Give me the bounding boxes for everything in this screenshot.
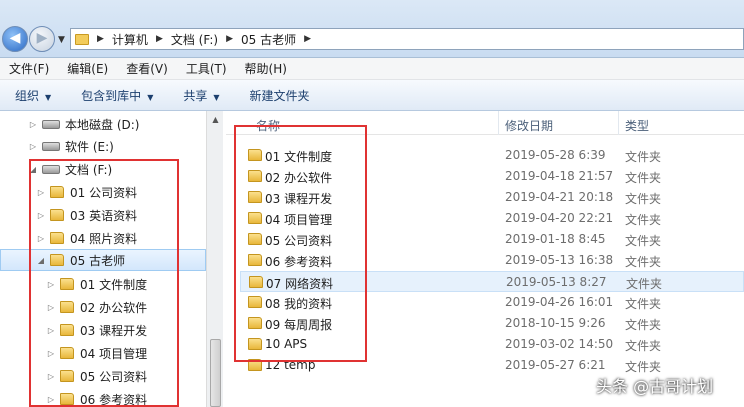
hard-drive-icon: [42, 119, 60, 129]
file-type: 文件夹: [625, 192, 662, 206]
menu-edit[interactable]: 编辑(E): [58, 60, 117, 77]
breadcrumb-drive-f[interactable]: 文档 (F:): [171, 31, 218, 48]
menu-tools[interactable]: 工具(T): [177, 60, 236, 77]
column-divider[interactable]: [618, 111, 619, 135]
include-library-button[interactable]: 包含到库中 ▼: [81, 87, 153, 104]
chevron-right-icon[interactable]: ▶: [156, 34, 163, 44]
file-date: 2018-10-15 9:26: [505, 316, 606, 330]
tree-scrollbar[interactable]: ▲: [206, 111, 223, 407]
file-type: 文件夹: [625, 318, 662, 332]
tree-item-label: 软件 (E:): [65, 139, 114, 154]
column-header-type[interactable]: 类型: [625, 117, 649, 134]
back-arrow-icon: ◀: [9, 30, 21, 46]
chevron-right-icon[interactable]: ▶: [304, 34, 311, 44]
menu-bar: 文件(F) 编辑(E) 查看(V) 工具(T) 帮助(H): [0, 58, 744, 80]
tree-item-drive-e[interactable]: ▷ 软件 (E:): [0, 135, 206, 157]
scroll-up-arrow-icon[interactable]: ▲: [207, 115, 224, 124]
hard-drive-icon: [42, 141, 60, 151]
tree-item-drive-d[interactable]: ▷ 本地磁盘 (D:): [0, 113, 206, 135]
menu-file[interactable]: 文件(F): [0, 60, 58, 77]
watermark: 头条 @古哥计划: [596, 377, 714, 396]
new-folder-button[interactable]: 新建文件夹: [250, 87, 310, 104]
tree-item-label: 本地磁盘 (D:): [65, 117, 140, 132]
address-path-box[interactable]: ▶ 计算机 ▶ 文档 (F:) ▶ 05 古老师 ▶: [70, 28, 744, 50]
expand-arrow-icon[interactable]: ▷: [28, 120, 38, 129]
share-button[interactable]: 共享 ▼: [183, 87, 219, 104]
file-type: 文件夹: [625, 255, 662, 269]
folder-icon: [75, 33, 89, 45]
file-date: 2019-04-21 20:18: [505, 190, 614, 204]
chevron-right-icon[interactable]: ▶: [226, 34, 233, 44]
file-date: 2019-05-28 6:39: [505, 148, 606, 162]
annotation-box-tree: [29, 159, 179, 407]
breadcrumb-current-folder[interactable]: 05 古老师: [241, 31, 296, 48]
organize-button[interactable]: 组织 ▼: [15, 87, 51, 104]
file-date: 2019-03-02 14:50: [505, 337, 614, 351]
annotation-box-files: [234, 125, 367, 362]
dropdown-arrow-icon: ▼: [213, 92, 220, 102]
file-date: 2019-05-13 8:27: [506, 275, 607, 289]
share-label: 共享: [183, 88, 208, 103]
menu-help[interactable]: 帮助(H): [236, 60, 296, 77]
file-type: 文件夹: [625, 297, 662, 311]
expand-arrow-icon[interactable]: ▷: [28, 142, 38, 151]
file-date: 2019-04-20 22:21: [505, 211, 614, 225]
command-toolbar: 组织 ▼ 包含到库中 ▼ 共享 ▼ 新建文件夹: [0, 80, 744, 111]
file-type: 文件夹: [625, 339, 662, 353]
recent-pages-dropdown-icon[interactable]: ▼: [58, 35, 65, 45]
file-type: 文件夹: [626, 277, 663, 291]
file-type: 文件夹: [625, 234, 662, 248]
menu-view[interactable]: 查看(V): [117, 60, 177, 77]
column-divider[interactable]: [498, 111, 499, 135]
file-date: 2019-01-18 8:45: [505, 232, 606, 246]
include-library-label: 包含到库中: [81, 88, 142, 103]
dropdown-arrow-icon: ▼: [147, 92, 154, 102]
scrollbar-thumb[interactable]: [210, 339, 221, 407]
back-button[interactable]: ◀: [2, 26, 28, 52]
file-date: 2019-04-26 16:01: [505, 295, 614, 309]
file-date: 2019-05-27 6:21: [505, 358, 606, 372]
forward-arrow-icon: ▶: [36, 30, 48, 46]
forward-button[interactable]: ▶: [29, 26, 55, 52]
file-type: 文件夹: [625, 150, 662, 164]
new-folder-label: 新建文件夹: [249, 88, 310, 103]
breadcrumb-computer[interactable]: 计算机: [112, 31, 148, 48]
organize-label: 组织: [15, 88, 40, 103]
file-type: 文件夹: [625, 213, 662, 227]
address-bar-area: ◀ ▶ ▼ ▶ 计算机 ▶ 文档 (F:) ▶ 05 古老师 ▶: [0, 0, 744, 58]
chevron-right-icon[interactable]: ▶: [97, 34, 104, 44]
dropdown-arrow-icon: ▼: [45, 92, 52, 102]
file-type: 文件夹: [625, 171, 662, 185]
file-date: 2019-05-13 16:38: [505, 253, 614, 267]
file-date: 2019-04-18 21:57: [505, 169, 614, 183]
column-header-date[interactable]: 修改日期: [505, 117, 553, 134]
